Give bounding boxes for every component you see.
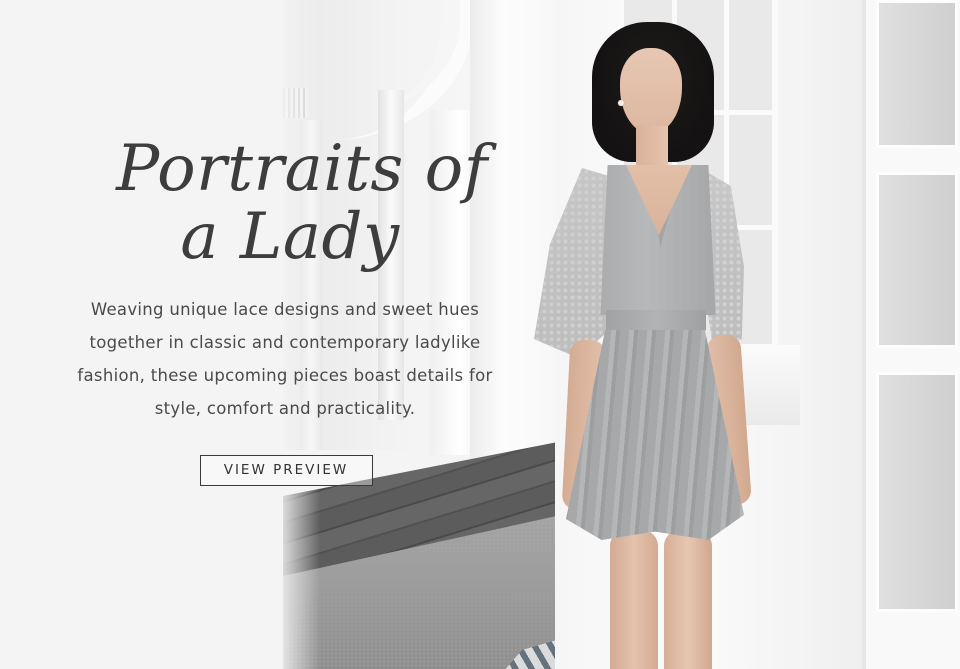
hero-description: Weaving unique lace designs and sweet hu… — [77, 300, 493, 418]
model-leg-right — [664, 530, 712, 669]
door-pane — [876, 0, 958, 148]
view-preview-button[interactable]: VIEW PREVIEW — [199, 455, 373, 486]
earring — [618, 100, 624, 106]
door-pane — [876, 372, 958, 612]
hero-headline: Portraits of a Lady — [50, 135, 520, 271]
dress-waistband — [606, 310, 706, 332]
hero-text-panel: Portraits of a Lady Weaving unique lace … — [50, 135, 520, 486]
headline-line-1: Portraits of — [116, 132, 488, 206]
french-door — [862, 0, 960, 669]
model-leg-left — [610, 530, 658, 669]
door-pane — [876, 172, 958, 348]
headline-line-2: a Lady — [180, 200, 400, 274]
hero-banner: Portraits of a Lady Weaving unique lace … — [0, 0, 960, 669]
